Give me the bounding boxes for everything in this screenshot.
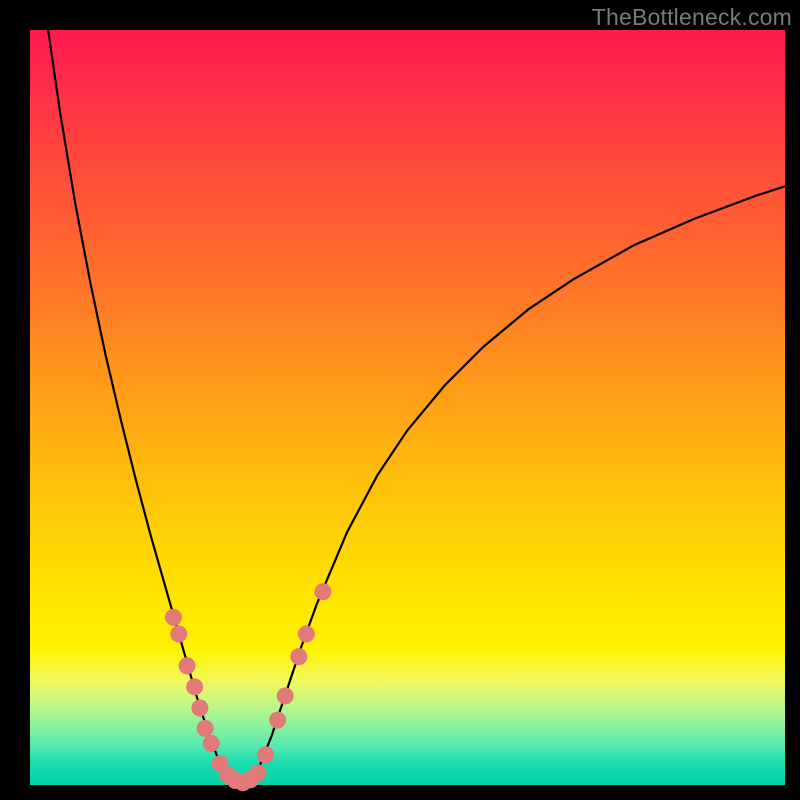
data-marker: [298, 626, 315, 643]
data-marker: [269, 712, 286, 729]
data-marker: [314, 583, 331, 600]
data-marker: [191, 699, 208, 716]
curve-right-branch: [257, 186, 786, 773]
data-marker: [290, 648, 307, 665]
data-marker: [203, 735, 220, 752]
data-marker: [170, 626, 187, 643]
data-markers: [165, 583, 331, 791]
data-marker: [165, 609, 182, 626]
data-marker: [186, 678, 203, 695]
plot-area: [30, 30, 785, 785]
chart-stage: TheBottleneck.com: [0, 0, 800, 800]
data-marker: [250, 764, 267, 781]
curve-left-branch: [48, 30, 226, 774]
watermark-text: TheBottleneck.com: [592, 4, 792, 31]
data-marker: [179, 657, 196, 674]
data-marker: [277, 687, 294, 704]
data-marker: [197, 720, 214, 737]
chart-svg: [30, 30, 785, 785]
data-marker: [257, 746, 274, 763]
